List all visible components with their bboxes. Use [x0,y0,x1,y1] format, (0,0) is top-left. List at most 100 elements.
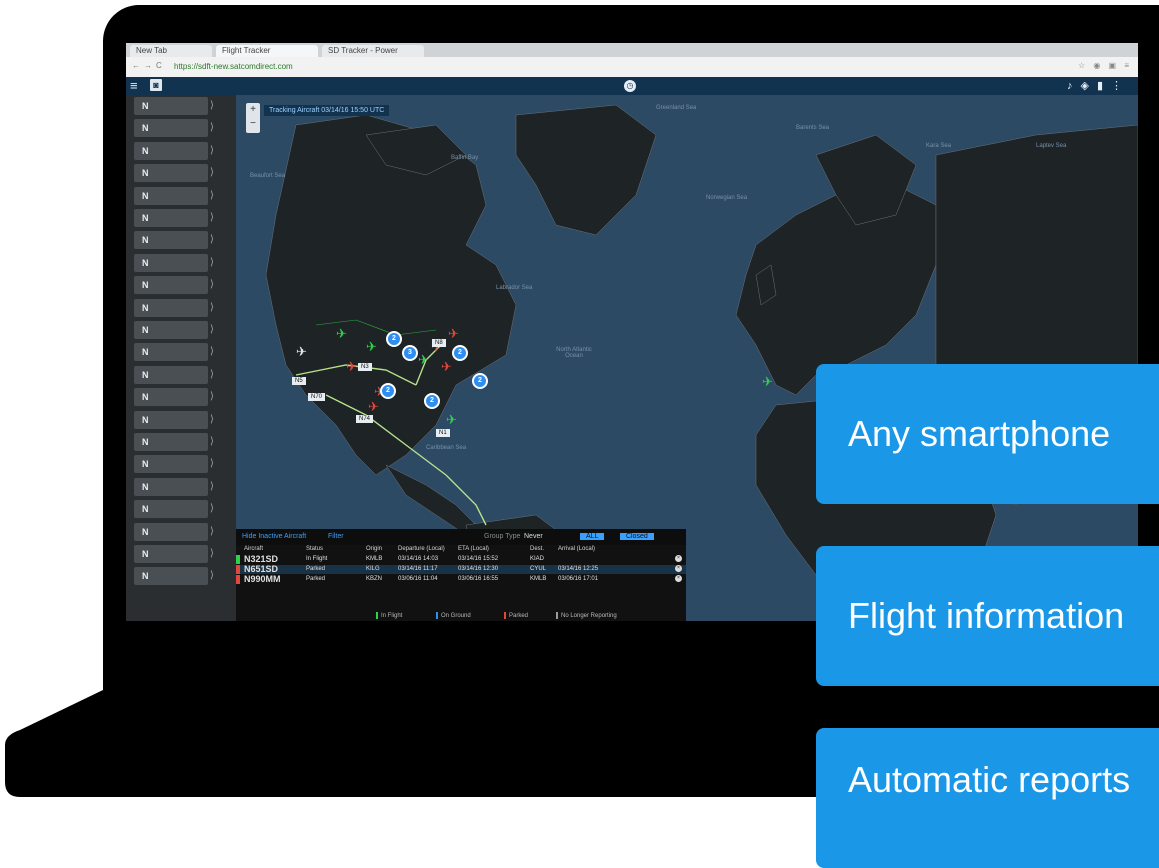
cluster-marker[interactable]: 3 [402,345,418,361]
url-field[interactable]: https://sdft-new.satcomdirect.com [174,62,293,71]
tab-flight-tracker[interactable]: Flight Tracker [216,45,318,57]
column-header[interactable]: Dest. [530,546,544,552]
sidebar-aircraft-item[interactable]: N [134,567,208,586]
expand-arrow-icon[interactable]: ⟩ [210,411,230,429]
tab-new-tab[interactable]: New Tab [130,45,212,57]
expand-arrow-icon[interactable]: ⟩ [210,97,230,115]
sidebar-aircraft-item[interactable]: N [134,231,208,250]
column-header[interactable]: Status [306,546,323,552]
expand-arrow-icon[interactable]: ⟩ [210,119,230,137]
sidebar-aircraft-item[interactable]: N [134,545,208,563]
profile-icon[interactable]: ◙ [150,79,162,91]
aircraft-map-label[interactable]: N8 [432,339,446,347]
sidebar-aircraft-item[interactable]: N [134,500,208,519]
expand-arrow-icon[interactable]: ⟩ [210,164,230,182]
expand-arrow-icon[interactable]: ⟩ [210,433,230,451]
close-row-icon[interactable]: × [675,565,682,572]
tab-sd-tracker[interactable]: SD Tracker - Power [322,45,424,57]
close-row-icon[interactable]: × [675,555,682,562]
sidebar-aircraft-item[interactable]: N [134,298,208,317]
sidebar-aircraft-item[interactable]: N [134,477,208,496]
expand-arrow-icon[interactable]: ⟩ [210,545,230,563]
sidebar-aircraft-item[interactable]: N [134,522,208,541]
aircraft-map-label[interactable]: N70 [308,393,326,401]
toggle-closed[interactable]: Closed [620,533,654,540]
cluster-marker[interactable]: 2 [452,345,468,361]
expand-arrow-icon[interactable]: ⟩ [210,276,230,294]
sidebar-aircraft-item[interactable]: N [134,410,208,429]
sidebar-aircraft-item[interactable]: N [134,388,208,407]
toolbar-right-icons[interactable]: ♪◈▮⋮ [1067,79,1130,92]
aircraft-icon[interactable]: ✈ [336,327,347,340]
legend-item: No Longer Reporting [556,612,617,619]
sidebar-aircraft-item[interactable]: N [134,455,208,474]
aircraft-icon[interactable]: ✈ [762,375,773,388]
aircraft-map-label[interactable]: N74 [356,415,374,423]
expand-arrow-icon[interactable]: ⟩ [210,343,230,361]
expand-arrow-icon[interactable]: ⟩ [210,142,230,160]
sidebar-aircraft-item[interactable]: N [134,141,208,160]
sidebar-aircraft-item[interactable]: N [134,164,208,183]
flight-row[interactable]: N990MM Parked KBZN 03/06/16 11:04 03/06/16 1… [236,574,686,584]
clock-icon[interactable]: ◷ [624,80,636,92]
cluster-marker[interactable]: 2 [472,373,488,389]
toggle-all[interactable]: ALL [580,533,605,540]
zoom-control[interactable]: + − [246,103,260,133]
expand-arrow-icon[interactable]: ⟩ [210,187,230,205]
column-header[interactable]: Origin [366,546,382,552]
aircraft-map-label[interactable]: N3 [358,363,372,371]
aircraft-icon[interactable]: ✈ [441,360,452,373]
sidebar-aircraft-item[interactable]: N [134,343,208,362]
aircraft-icon[interactable]: ✈ [448,327,459,340]
aircraft-icon[interactable]: ✈ [366,340,377,353]
expand-arrow-icon[interactable]: ⟩ [210,321,230,339]
sidebar-aircraft-item[interactable]: N [134,433,208,451]
column-header[interactable]: Departure (Local) [398,546,445,552]
menu-icon[interactable]: ≡ [130,79,138,92]
column-header[interactable]: Arrival (Local) [558,546,595,552]
aircraft-icon[interactable]: ✈ [446,413,457,426]
expand-arrow-icon[interactable]: ⟩ [210,299,230,317]
expand-arrow-icon[interactable]: ⟩ [210,366,230,384]
expand-arrow-icon[interactable]: ⟩ [210,388,230,406]
aircraft-icon[interactable]: ✈ [346,360,357,373]
sidebar-aircraft-item[interactable]: N [134,253,208,272]
cell-arrival: 03/14/16 12:25 [558,566,599,572]
close-row-icon[interactable]: × [675,575,682,582]
expand-arrow-icon[interactable]: ⟩ [210,478,230,496]
flight-row[interactable]: N321SD In Flight KMLB 03/14/16 14:03 03/14/1… [236,554,686,564]
expand-arrow-icon[interactable]: ⟩ [210,254,230,272]
column-header[interactable]: ETA (Local) [458,546,489,552]
sidebar-aircraft-item[interactable]: N [134,97,208,115]
aircraft-map-label[interactable]: N1 [436,429,450,437]
expand-arrow-icon[interactable]: ⟩ [210,209,230,227]
aircraft-icon[interactable]: ✈ [296,345,307,358]
flight-row[interactable]: N651SD Parked KILG 03/14/16 11:17 03/14/16 1… [236,564,686,574]
aircraft-icon[interactable]: ✈ [418,353,429,366]
aircraft-icon[interactable]: ✈ [368,400,379,413]
expand-arrow-icon[interactable]: ⟩ [210,455,230,473]
expand-arrow-icon[interactable]: ⟩ [210,500,230,518]
app-toolbar: ≡ ◙ ◷ ♪◈▮⋮ [126,77,1138,95]
cluster-marker[interactable]: 2 [380,383,396,399]
filter-button[interactable]: Filter [328,533,344,540]
cluster-marker[interactable]: 2 [386,331,402,347]
cluster-marker[interactable]: 2 [424,393,440,409]
sidebar-aircraft-item[interactable]: N [134,119,208,138]
sidebar-aircraft-item[interactable]: N [134,321,208,339]
sidebar-aircraft-item[interactable]: N [134,276,208,295]
expand-arrow-icon[interactable]: ⟩ [210,567,230,585]
hide-inactive-toggle[interactable]: Hide Inactive Aircraft [242,533,306,540]
column-header[interactable]: Aircraft [244,546,263,552]
sidebar-aircraft-item[interactable]: N [134,186,208,205]
sidebar-aircraft-item[interactable]: N [134,365,208,384]
expand-arrow-icon[interactable]: ⟩ [210,231,230,249]
browser-extension-icons[interactable]: ☆ ◉ ▣ ≡ [1078,61,1132,70]
expand-arrow-icon[interactable]: ⟩ [210,523,230,541]
world-map[interactable]: + − Tracking Aircraft 03/14/16 15:50 UTC … [236,95,1138,621]
legend-label: Parked [509,613,529,620]
nav-buttons-icon[interactable]: ←→C [132,61,166,70]
aircraft-map-label[interactable]: N5 [292,377,306,385]
group-type-select[interactable]: Never [524,533,543,540]
sidebar-aircraft-item[interactable]: N [134,209,208,227]
